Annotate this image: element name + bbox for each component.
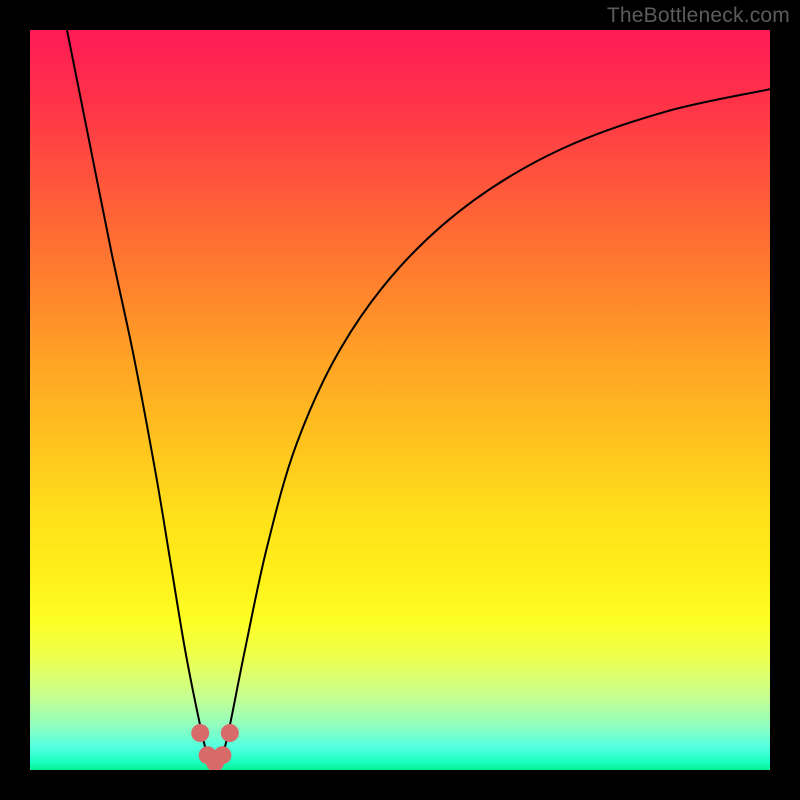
chart-plot-area (30, 30, 770, 770)
notch-marker (213, 746, 231, 764)
chart-svg (30, 30, 770, 770)
notch-marker (191, 724, 209, 742)
notch-markers-group (191, 724, 239, 770)
notch-marker (221, 724, 239, 742)
bottleneck-curve-line (67, 30, 770, 763)
chart-frame: TheBottleneck.com (0, 0, 800, 800)
watermark-label: TheBottleneck.com (607, 4, 790, 28)
